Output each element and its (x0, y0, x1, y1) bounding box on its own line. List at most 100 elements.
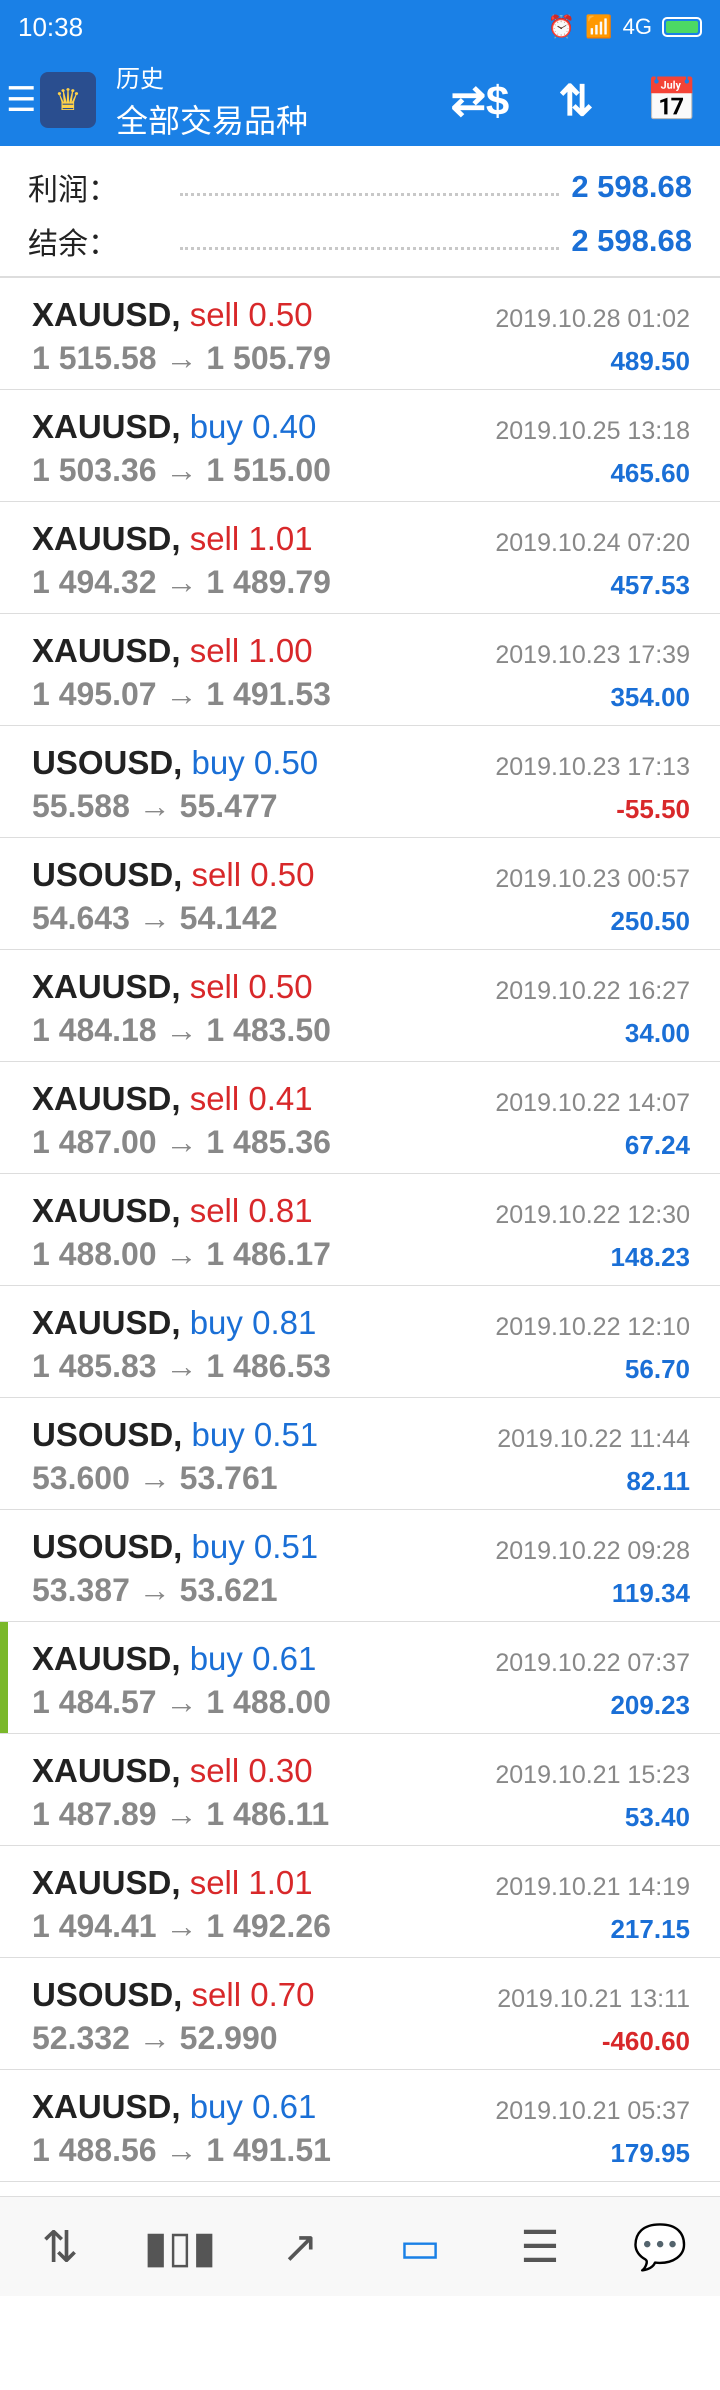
trade-row[interactable]: XAUUSD, sell 1.00 2019.10.23 17:39 1 495.0… (0, 614, 720, 726)
trade-prices: 53.600 → 53.761 (32, 1460, 278, 1496)
trade-row[interactable]: XAUUSD, sell 0.30 2019.10.21 15:23 1 487.8… (0, 1734, 720, 1846)
trade-volume: 0.81 (252, 1304, 317, 1341)
page-title: 历史 (116, 65, 164, 93)
battery-icon (662, 17, 702, 37)
trade-profit: 119.34 (611, 1578, 690, 1608)
trade-row[interactable]: XAUUSD, sell 0.81 2019.10.22 12:30 1 488.0… (0, 1174, 720, 1286)
trade-side: buy (189, 1304, 243, 1341)
trade-profit: -55.50 (616, 794, 690, 824)
trade-symbol: XAUUSD, (32, 1864, 181, 1901)
chart-icon[interactable]: ▮▯▮ (125, 2222, 235, 2273)
trade-prices: 1 515.58 → 1 505.79 (32, 340, 331, 376)
trade-row[interactable]: XAUUSD, sell 0.41 2019.10.22 14:07 1 487.0… (0, 1062, 720, 1174)
trade-volume: 0.70 (250, 1976, 315, 2013)
trade-side: buy (191, 1528, 245, 1565)
trade-side: sell (189, 1080, 240, 1117)
trade-profit: -460.60 (601, 2026, 690, 2056)
history-icon[interactable]: ▭ (365, 2222, 475, 2273)
trade-volume: 1.00 (248, 632, 313, 669)
trade-prices: 1 488.00 → 1 486.17 (32, 1236, 331, 1272)
trade-row[interactable]: XAUUSD, sell 1.01 2019.10.24 07:20 1 494.3… (0, 502, 720, 614)
trade-profit: 217.15 (610, 1914, 690, 1944)
trade-prices: 1 485.83 → 1 486.53 (32, 1348, 331, 1384)
trade-profit: 209.23 (610, 1690, 690, 1720)
trade-volume: 0.50 (253, 744, 319, 781)
trade-profit: 489.50 (610, 346, 690, 376)
calendar-icon[interactable]: 📅 (624, 76, 720, 125)
trade-row[interactable]: USOUSD, buy 0.50 2019.10.23 17:13 55.588 →… (0, 726, 720, 838)
trade-profit: 53.40 (624, 1802, 690, 1832)
trade-row[interactable]: USOUSD, sell 0.50 2019.10.23 00:57 54.643 … (0, 838, 720, 950)
trade-datetime: 2019.10.22 07:37 (495, 1649, 690, 1677)
news-icon[interactable]: ☰ (485, 2222, 595, 2273)
trade-row[interactable]: XAUUSD, sell 0.50 2019.10.22 16:27 1 484.1… (0, 950, 720, 1062)
trade-prices: 55.588 → 55.477 (32, 788, 278, 824)
chat-icon[interactable]: 💬 (605, 2221, 715, 2273)
trade-row[interactable]: USOUSD, buy 0.51 2019.10.22 11:44 53.600 →… (0, 1398, 720, 1510)
trade-datetime: 2019.10.24 07:20 (495, 529, 690, 557)
trade-side: buy (191, 744, 245, 781)
trade-symbol: USOUSD, (32, 1528, 183, 1565)
trade-symbol: USOUSD, (32, 1416, 183, 1453)
trade-volume: 0.51 (253, 1416, 319, 1453)
balance-row: 结余： 2 598.68 (28, 214, 692, 268)
trade-symbol: XAUUSD, (32, 408, 181, 445)
trade-prices: 52.332 → 52.990 (32, 2020, 278, 2056)
trade-datetime: 2019.10.25 13:18 (495, 417, 690, 445)
trade-icon[interactable]: ↗ (245, 2222, 355, 2273)
quotes-icon[interactable]: ⇅ (5, 2222, 115, 2273)
trade-row[interactable]: XAUUSD, buy 0.40 2019.10.25 13:18 1 503.36… (0, 390, 720, 502)
trade-symbol: XAUUSD, (32, 1080, 181, 1117)
trade-prices: 1 494.41 → 1 492.26 (32, 1908, 331, 1944)
trade-volume: 0.40 (252, 408, 317, 445)
trade-symbol: XAUUSD, (32, 1752, 181, 1789)
trade-datetime: 2019.10.22 14:07 (495, 1089, 690, 1117)
trade-row[interactable]: XAUUSD, sell 1.01 2019.10.21 14:19 1 494.4… (0, 1846, 720, 1958)
trade-profit: 465.60 (610, 458, 690, 488)
trade-prices: 1 488.56 → 1 491.51 (32, 2132, 331, 2168)
summary-panel: 利润： 2 598.68 结余： 2 598.68 (0, 146, 720, 278)
trade-profit: 56.70 (624, 1354, 690, 1384)
trade-symbol: USOUSD, (32, 744, 183, 781)
trade-row[interactable]: USOUSD, sell 0.70 2019.10.21 13:11 52.332 … (0, 1958, 720, 2070)
trade-side: buy (189, 2088, 243, 2125)
trade-volume: 1.01 (248, 1864, 313, 1901)
trade-volume: 0.50 (248, 296, 313, 333)
trade-datetime: 2019.10.22 09:28 (495, 1537, 690, 1565)
trade-prices: 1 484.18 → 1 483.50 (32, 1012, 331, 1048)
trade-row[interactable]: USOUSD, buy 0.51 2019.10.22 09:28 53.387 →… (0, 1510, 720, 1622)
sort-icon[interactable]: ⇅ (528, 76, 624, 125)
status-bar: 10:38 ⏰ 📶 4G (0, 0, 720, 54)
menu-icon[interactable]: ☰ (6, 80, 36, 120)
app-logo: ♛ (40, 72, 96, 128)
clock: 10:38 (18, 11, 84, 42)
trade-side: sell (189, 520, 240, 557)
trade-row[interactable]: XAUUSD, buy 0.81 2019.10.22 12:10 1 485.83… (0, 1286, 720, 1398)
trade-volume: 0.50 (248, 968, 313, 1005)
trade-profit: 179.95 (610, 2138, 690, 2168)
trade-row[interactable]: XAUUSD, buy 0.61 2019.10.22 07:37 1 484.57… (0, 1622, 720, 1734)
currency-exchange-icon[interactable]: ⇄$ (432, 76, 528, 125)
trade-datetime: 2019.10.21 14:19 (495, 1873, 690, 1901)
trade-datetime: 2019.10.23 17:39 (495, 641, 690, 669)
trade-prices: 54.643 → 54.142 (32, 900, 278, 936)
trade-profit: 457.53 (610, 570, 690, 600)
trade-row[interactable]: XAUUSD, buy 0.61 2019.10.21 05:37 1 488.56… (0, 2070, 720, 2182)
trade-profit: 82.11 (626, 1466, 690, 1496)
balance-value: 2 598.68 (571, 223, 692, 258)
symbol-filter[interactable]: 全部交易品种 (116, 96, 432, 142)
trade-symbol: XAUUSD, (32, 296, 181, 333)
trade-datetime: 2019.10.23 17:13 (495, 753, 690, 781)
trade-symbol: XAUUSD, (32, 1640, 181, 1677)
profit-label: 利润： (28, 174, 118, 207)
trade-datetime: 2019.10.21 15:23 (495, 1761, 690, 1789)
trade-profit: 354.00 (610, 682, 690, 712)
trade-prices: 1 487.00 → 1 485.36 (32, 1124, 331, 1160)
trade-profit: 148.23 (610, 1242, 690, 1272)
trade-datetime: 2019.10.21 05:37 (495, 2097, 690, 2125)
profit-value: 2 598.68 (571, 169, 692, 204)
trade-volume: 1.01 (248, 520, 313, 557)
trade-side: sell (191, 856, 242, 893)
trade-row[interactable]: XAUUSD, sell 0.50 2019.10.28 01:02 1 515.5… (0, 278, 720, 390)
balance-label: 结余： (28, 228, 118, 261)
